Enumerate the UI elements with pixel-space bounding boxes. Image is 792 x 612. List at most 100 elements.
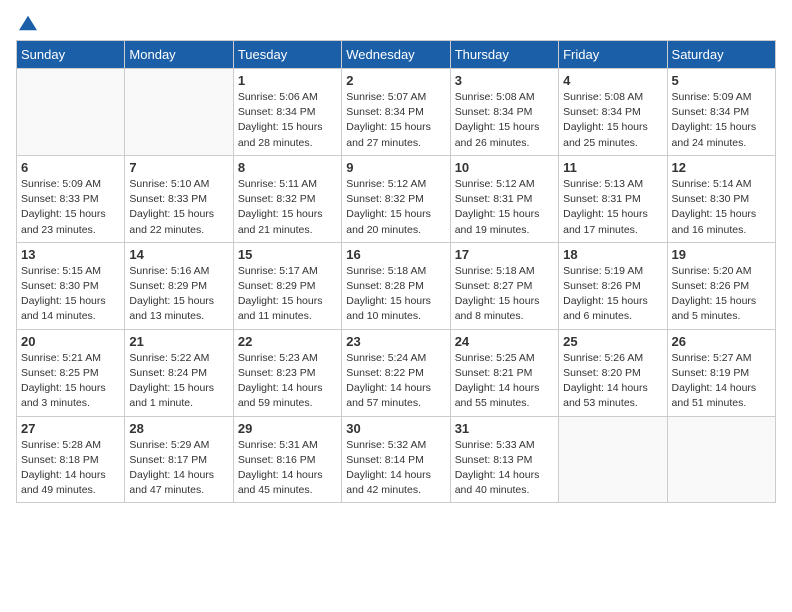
day-number: 18 — [563, 247, 662, 262]
weekday-header-sunday: Sunday — [17, 41, 125, 69]
calendar-cell: 28 Sunrise: 5:29 AMSunset: 8:17 PMDayligh… — [125, 416, 233, 503]
calendar-cell: 3 Sunrise: 5:08 AMSunset: 8:34 PMDaylight… — [450, 69, 558, 156]
calendar-cell: 4 Sunrise: 5:08 AMSunset: 8:34 PMDaylight… — [559, 69, 667, 156]
day-info: Sunrise: 5:28 AMSunset: 8:18 PMDaylight:… — [21, 438, 120, 499]
calendar-cell: 10Sunrise: 5:12 AMSunset: 8:31 PMDayligh… — [450, 155, 558, 242]
day-number: 5 — [672, 73, 771, 88]
day-number: 7 — [129, 160, 228, 175]
calendar-cell: 23Sunrise: 5:24 AMSunset: 8:22 PMDayligh… — [342, 329, 450, 416]
day-info: Sunrise: 5:22 AMSunset: 8:24 PMDaylight:… — [129, 351, 228, 412]
day-number: 14 — [129, 247, 228, 262]
day-number: 31 — [455, 421, 554, 436]
day-info: Sunrise: 5:32 AMSunset: 8:14 PMDaylight:… — [346, 438, 445, 499]
calendar-cell — [125, 69, 233, 156]
calendar-cell: 1Sunrise: 5:06 AMSunset: 8:34 PMDaylight… — [233, 69, 341, 156]
calendar-header-row: SundayMondayTuesdayWednesdayThursdayFrid… — [17, 41, 776, 69]
calendar-cell: 11 Sunrise: 5:13 AMSunset: 8:31 PMDayligh… — [559, 155, 667, 242]
calendar-cell: 18 Sunrise: 5:19 AMSunset: 8:26 PMDayligh… — [559, 242, 667, 329]
calendar-cell: 14 Sunrise: 5:16 AMSunset: 8:29 PMDayligh… — [125, 242, 233, 329]
day-info: Sunrise: 5:18 AMSunset: 8:27 PMDaylight:… — [455, 264, 554, 325]
day-number: 25 — [563, 334, 662, 349]
day-number: 11 — [563, 160, 662, 175]
calendar-cell: 30 Sunrise: 5:32 AMSunset: 8:14 PMDayligh… — [342, 416, 450, 503]
day-info: Sunrise: 5:23 AMSunset: 8:23 PMDaylight:… — [238, 351, 337, 412]
day-info: Sunrise: 5:20 AMSunset: 8:26 PMDaylight:… — [672, 264, 771, 325]
weekday-header-thursday: Thursday — [450, 41, 558, 69]
page-header — [16, 16, 776, 28]
day-number: 2 — [346, 73, 445, 88]
weekday-header-tuesday: Tuesday — [233, 41, 341, 69]
calendar-cell: 26 Sunrise: 5:27 AMSunset: 8:19 PMDayligh… — [667, 329, 775, 416]
day-info: Sunrise: 5:13 AMSunset: 8:31 PMDaylight:… — [563, 177, 662, 238]
day-number: 26 — [672, 334, 771, 349]
logo-triangle-icon — [19, 14, 37, 32]
day-number: 22 — [238, 334, 337, 349]
day-info: Sunrise: 5:29 AMSunset: 8:17 PMDaylight:… — [129, 438, 228, 499]
calendar-cell: 24Sunrise: 5:25 AMSunset: 8:21 PMDayligh… — [450, 329, 558, 416]
day-info: Sunrise: 5:12 AMSunset: 8:31 PMDaylight:… — [455, 177, 554, 238]
day-number: 20 — [21, 334, 120, 349]
day-info: Sunrise: 5:06 AMSunset: 8:34 PMDaylight:… — [238, 90, 337, 151]
day-number: 6 — [21, 160, 120, 175]
calendar-cell: 6 Sunrise: 5:09 AMSunset: 8:33 PMDaylight… — [17, 155, 125, 242]
day-number: 19 — [672, 247, 771, 262]
day-info: Sunrise: 5:15 AMSunset: 8:30 PMDaylight:… — [21, 264, 120, 325]
calendar-cell — [17, 69, 125, 156]
day-number: 15 — [238, 247, 337, 262]
day-number: 27 — [21, 421, 120, 436]
calendar-cell: 21 Sunrise: 5:22 AMSunset: 8:24 PMDayligh… — [125, 329, 233, 416]
day-number: 28 — [129, 421, 228, 436]
day-info: Sunrise: 5:08 AMSunset: 8:34 PMDaylight:… — [455, 90, 554, 151]
weekday-header-wednesday: Wednesday — [342, 41, 450, 69]
day-info: Sunrise: 5:16 AMSunset: 8:29 PMDaylight:… — [129, 264, 228, 325]
calendar-cell: 2 Sunrise: 5:07 AMSunset: 8:34 PMDaylight… — [342, 69, 450, 156]
day-info: Sunrise: 5:17 AMSunset: 8:29 PMDaylight:… — [238, 264, 337, 325]
calendar-cell: 19 Sunrise: 5:20 AMSunset: 8:26 PMDayligh… — [667, 242, 775, 329]
calendar-cell: 12 Sunrise: 5:14 AMSunset: 8:30 PMDayligh… — [667, 155, 775, 242]
day-info: Sunrise: 5:33 AMSunset: 8:13 PMDaylight:… — [455, 438, 554, 499]
calendar-cell — [667, 416, 775, 503]
day-number: 21 — [129, 334, 228, 349]
day-info: Sunrise: 5:19 AMSunset: 8:26 PMDaylight:… — [563, 264, 662, 325]
day-number: 24 — [455, 334, 554, 349]
day-number: 12 — [672, 160, 771, 175]
day-info: Sunrise: 5:21 AMSunset: 8:25 PMDaylight:… — [21, 351, 120, 412]
day-number: 16 — [346, 247, 445, 262]
day-number: 29 — [238, 421, 337, 436]
day-info: Sunrise: 5:26 AMSunset: 8:20 PMDaylight:… — [563, 351, 662, 412]
day-number: 17 — [455, 247, 554, 262]
day-info: Sunrise: 5:09 AMSunset: 8:33 PMDaylight:… — [21, 177, 120, 238]
day-info: Sunrise: 5:07 AMSunset: 8:34 PMDaylight:… — [346, 90, 445, 151]
calendar-cell: 17 Sunrise: 5:18 AMSunset: 8:27 PMDayligh… — [450, 242, 558, 329]
calendar-cell: 8Sunrise: 5:11 AMSunset: 8:32 PMDaylight… — [233, 155, 341, 242]
weekday-header-saturday: Saturday — [667, 41, 775, 69]
day-info: Sunrise: 5:09 AMSunset: 8:34 PMDaylight:… — [672, 90, 771, 151]
day-number: 13 — [21, 247, 120, 262]
day-info: Sunrise: 5:14 AMSunset: 8:30 PMDaylight:… — [672, 177, 771, 238]
day-info: Sunrise: 5:11 AMSunset: 8:32 PMDaylight:… — [238, 177, 337, 238]
calendar-cell: 29 Sunrise: 5:31 AMSunset: 8:16 PMDayligh… — [233, 416, 341, 503]
calendar-cell: 9Sunrise: 5:12 AMSunset: 8:32 PMDaylight… — [342, 155, 450, 242]
calendar-body: 1Sunrise: 5:06 AMSunset: 8:34 PMDaylight… — [17, 69, 776, 503]
day-info: Sunrise: 5:18 AMSunset: 8:28 PMDaylight:… — [346, 264, 445, 325]
day-number: 30 — [346, 421, 445, 436]
calendar-cell — [559, 416, 667, 503]
day-number: 4 — [563, 73, 662, 88]
calendar-cell: 20 Sunrise: 5:21 AMSunset: 8:25 PMDayligh… — [17, 329, 125, 416]
calendar-cell: 22 Sunrise: 5:23 AMSunset: 8:23 PMDayligh… — [233, 329, 341, 416]
day-info: Sunrise: 5:27 AMSunset: 8:19 PMDaylight:… — [672, 351, 771, 412]
day-info: Sunrise: 5:31 AMSunset: 8:16 PMDaylight:… — [238, 438, 337, 499]
calendar-cell: 15 Sunrise: 5:17 AMSunset: 8:29 PMDayligh… — [233, 242, 341, 329]
calendar-header: SundayMondayTuesdayWednesdayThursdayFrid… — [17, 41, 776, 69]
calendar-cell: 25 Sunrise: 5:26 AMSunset: 8:20 PMDayligh… — [559, 329, 667, 416]
day-number: 3 — [455, 73, 554, 88]
calendar-cell: 27 Sunrise: 5:28 AMSunset: 8:18 PMDayligh… — [17, 416, 125, 503]
weekday-header-friday: Friday — [559, 41, 667, 69]
logo — [16, 16, 37, 28]
calendar-cell: 7Sunrise: 5:10 AMSunset: 8:33 PMDaylight… — [125, 155, 233, 242]
calendar-week-3: 13 Sunrise: 5:15 AMSunset: 8:30 PMDayligh… — [17, 242, 776, 329]
day-info: Sunrise: 5:08 AMSunset: 8:34 PMDaylight:… — [563, 90, 662, 151]
day-info: Sunrise: 5:24 AMSunset: 8:22 PMDaylight:… — [346, 351, 445, 412]
calendar-week-2: 6 Sunrise: 5:09 AMSunset: 8:33 PMDaylight… — [17, 155, 776, 242]
calendar-table: SundayMondayTuesdayWednesdayThursdayFrid… — [16, 40, 776, 503]
